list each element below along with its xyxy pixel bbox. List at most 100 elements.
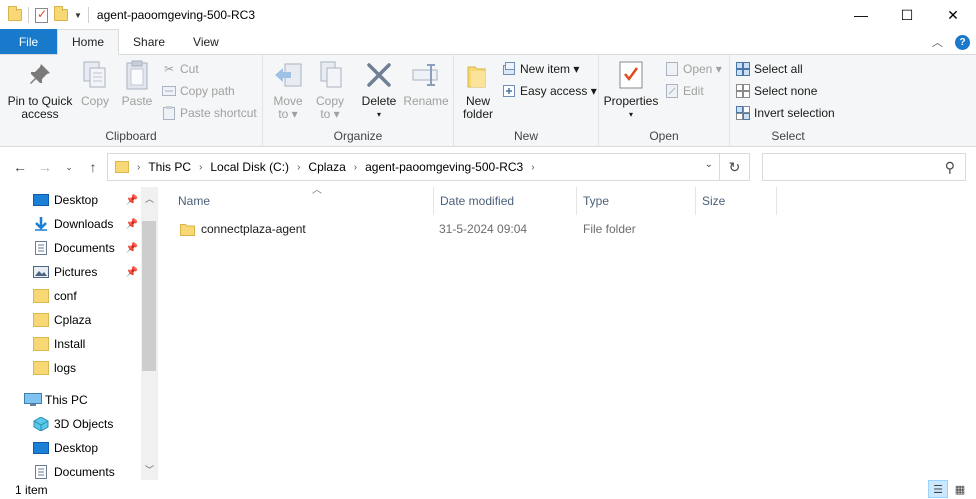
easy-access-button[interactable]: Easy access ▾: [502, 81, 597, 101]
nav-item-downloads[interactable]: Downloads 📌: [0, 212, 140, 236]
title-bar: ▼ agent-paoomgeving-500-RC3 — ☐ ✕: [0, 0, 976, 30]
delete-button[interactable]: Delete ▾: [359, 59, 399, 121]
tab-share[interactable]: Share: [119, 29, 179, 54]
forward-arrow-icon[interactable]: →: [34, 156, 56, 178]
scroll-down-chevron-icon[interactable]: ﹀: [141, 461, 158, 478]
nav-item-pictures[interactable]: Pictures 📌: [0, 260, 140, 284]
properties-button[interactable]: Properties ▾: [601, 59, 661, 121]
paste-shortcut-icon: [162, 106, 176, 120]
3d-objects-icon: [33, 416, 49, 432]
new-folder-quick-icon[interactable]: [54, 6, 68, 21]
rename-button[interactable]: Rename: [403, 59, 449, 108]
clipboard-group: Pin to Quick access Copy Paste ✂ Cut Cop…: [0, 55, 263, 147]
nav-item-logs[interactable]: logs: [0, 356, 140, 380]
nav-pane-scrollbar[interactable]: ︿ ﹀: [141, 187, 158, 480]
nav-item-3d-objects[interactable]: 3D Objects: [0, 412, 140, 436]
nav-item-cplaza[interactable]: Cplaza: [0, 308, 140, 332]
pin-icon[interactable]: 📌: [126, 267, 138, 278]
maximize-button[interactable]: ☐: [884, 0, 930, 30]
paste-button[interactable]: Paste: [118, 59, 156, 108]
nav-item-documents-quick[interactable]: Documents 📌: [0, 236, 140, 260]
nav-item-label: Pictures: [54, 265, 98, 279]
delete-label: Delete: [361, 94, 397, 108]
select-none-label: Select none: [754, 84, 818, 98]
cut-label: Cut: [180, 62, 199, 76]
customize-toolbar-chevron-icon[interactable]: ▼: [74, 11, 82, 20]
breadcrumb-chevron-icon[interactable]: ›: [354, 162, 357, 173]
edit-button[interactable]: Edit: [665, 81, 704, 101]
new-folder-button[interactable]: New folder: [458, 59, 498, 121]
breadcrumb-chevron-icon[interactable]: ›: [199, 162, 202, 173]
nav-item-desktop[interactable]: Desktop: [0, 436, 140, 460]
edit-icon: [665, 84, 679, 98]
cut-button[interactable]: ✂ Cut: [162, 59, 199, 79]
column-header-size[interactable]: Size: [696, 187, 777, 215]
window-controls: — ☐ ✕: [838, 0, 976, 30]
nav-item-label: Documents: [54, 241, 115, 255]
properties-dropdown-chevron-icon[interactable]: ▾: [629, 108, 633, 121]
nav-item-install[interactable]: Install: [0, 332, 140, 356]
open-label: Open ▾: [683, 62, 722, 76]
new-item-button[interactable]: New item ▾: [502, 59, 579, 79]
address-history-chevron-icon[interactable]: ⌄: [705, 159, 713, 170]
invert-selection-button[interactable]: Invert selection: [736, 103, 835, 123]
paste-shortcut-button[interactable]: Paste shortcut: [162, 103, 257, 123]
move-to-button[interactable]: Move to ▾: [271, 59, 305, 121]
open-button[interactable]: Open ▾: [665, 59, 722, 79]
pin-to-quick-access-button[interactable]: Pin to Quick access: [5, 59, 75, 121]
open-group-label: Open: [649, 129, 679, 143]
pin-icon[interactable]: 📌: [126, 195, 138, 206]
up-arrow-icon[interactable]: ↑: [82, 156, 104, 178]
pin-icon: [24, 59, 56, 91]
collapse-ribbon-chevron-icon[interactable]: ︿: [932, 34, 943, 50]
breadcrumb-this-pc[interactable]: This PC: [148, 160, 191, 174]
column-header-label: Date modified: [440, 194, 515, 208]
tab-file[interactable]: File: [0, 29, 57, 54]
column-header-name[interactable]: Name ︿: [172, 185, 434, 215]
pin-icon[interactable]: 📌: [126, 219, 138, 230]
scrollbar-thumb[interactable]: [142, 221, 156, 371]
close-button[interactable]: ✕: [930, 0, 976, 30]
minimize-button[interactable]: —: [838, 0, 884, 30]
select-all-button[interactable]: Select all: [736, 59, 803, 79]
back-arrow-icon[interactable]: ←: [9, 156, 31, 178]
nav-item-this-pc[interactable]: This PC: [0, 388, 140, 412]
copy-path-button[interactable]: Copy path: [162, 81, 235, 101]
copy-path-label: Copy path: [180, 84, 235, 98]
nav-item-conf[interactable]: conf: [0, 284, 140, 308]
breadcrumb-current-folder[interactable]: agent-paoomgeving-500-RC3: [365, 160, 523, 174]
scroll-up-chevron-icon[interactable]: ︿: [141, 190, 158, 207]
copy-button[interactable]: Copy: [78, 59, 112, 108]
breadcrumb-chevron-icon[interactable]: ›: [297, 162, 300, 173]
breadcrumb-chevron-icon[interactable]: ›: [137, 162, 140, 173]
delete-dropdown-chevron-icon[interactable]: ▾: [377, 108, 381, 121]
breadcrumb-chevron-icon[interactable]: ›: [531, 162, 534, 173]
breadcrumb-local-disk[interactable]: Local Disk (C:): [210, 160, 289, 174]
recent-locations-chevron-icon[interactable]: ⌄: [58, 156, 80, 178]
invert-selection-label: Invert selection: [754, 106, 835, 120]
new-group: New folder New item ▾ Easy access ▾ New: [454, 55, 599, 147]
select-none-button[interactable]: Select none: [736, 81, 817, 101]
folder-icon: [8, 6, 22, 21]
search-box[interactable]: ⚲: [762, 153, 966, 181]
file-row[interactable]: connectplaza-agent 31-5-2024 09:04 File …: [174, 218, 794, 240]
copy-to-icon: [314, 59, 346, 91]
column-header-type[interactable]: Type: [577, 187, 696, 215]
quick-access-toolbar: ▼: [0, 0, 89, 30]
copy-to-button[interactable]: Copy to ▾: [313, 59, 347, 121]
breadcrumb-cplaza[interactable]: Cplaza: [308, 160, 345, 174]
tab-view[interactable]: View: [179, 29, 233, 54]
tab-home[interactable]: Home: [57, 29, 120, 55]
documents-icon: [33, 465, 49, 479]
help-icon[interactable]: ?: [955, 34, 970, 50]
search-icon[interactable]: ⚲: [945, 159, 955, 176]
properties-quick-icon[interactable]: [35, 7, 48, 23]
large-icons-view-icon[interactable]: ▦: [950, 480, 970, 498]
refresh-icon[interactable]: ↻: [719, 154, 749, 180]
nav-item-desktop-quick[interactable]: Desktop 📌: [0, 188, 140, 212]
pin-icon[interactable]: 📌: [126, 243, 138, 254]
address-bar[interactable]: › This PC › Local Disk (C:) › Cplaza › a…: [107, 153, 750, 181]
column-header-date-modified[interactable]: Date modified: [434, 187, 577, 215]
file-type-cell: File folder: [583, 222, 636, 236]
details-view-icon[interactable]: ☰: [928, 480, 948, 498]
